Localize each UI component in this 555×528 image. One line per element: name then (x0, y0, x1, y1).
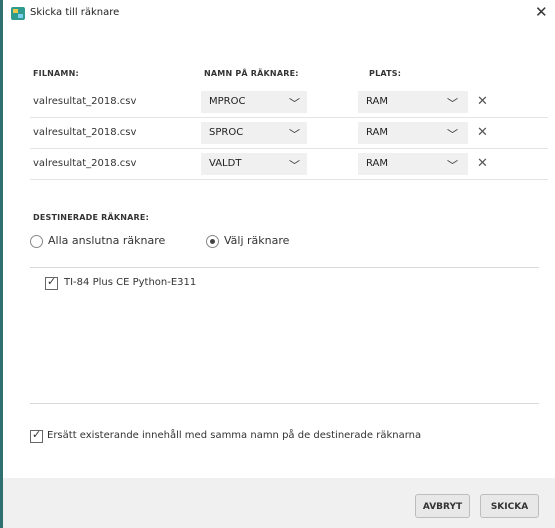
chevron-down-icon[interactable]: ﹀ (289, 95, 300, 111)
calculator-name-value: SPROC (209, 127, 244, 138)
chevron-down-icon[interactable]: ﹀ (447, 157, 458, 173)
remove-x-icon[interactable]: ✕ (477, 125, 488, 140)
remove-x-icon[interactable]: ✕ (477, 94, 488, 109)
replace-content-label: Ersätt existerande innehåll med samma na… (47, 430, 422, 441)
row-divider (30, 179, 548, 180)
dialog-footer: AVBRYT SKICKA (3, 478, 555, 528)
calculator-name-value: VALDT (209, 158, 242, 169)
file-name: valresultat_2018.csv (33, 127, 137, 138)
destination-section-label: DESTINERADE RÄKNARE: (33, 213, 149, 222)
location-value: RAM (366, 96, 389, 107)
column-header-filename: FILNAMN: (33, 69, 79, 78)
ti-connect-icon (11, 7, 25, 20)
radio-circle[interactable] (30, 235, 43, 248)
window-title: Skicka till räknare (30, 7, 120, 18)
file-row: valresultat_2018.csv VALDT ﹀ RAM ﹀ ✕ (30, 149, 548, 180)
calculator-checkbox[interactable]: ✓ (45, 275, 58, 290)
remove-x-icon[interactable]: ✕ (477, 156, 488, 171)
column-header-location: PLATS: (369, 69, 402, 78)
check-icon: ✓ (47, 275, 57, 288)
cancel-button[interactable]: AVBRYT (415, 494, 470, 518)
radio-label: Alla anslutna räknare (48, 234, 166, 247)
column-header-calculator-name: NAMN PÅ RÄKNARE: (204, 69, 299, 78)
chevron-down-icon[interactable]: ﹀ (289, 157, 300, 173)
replace-content-checkbox[interactable]: ✓ (30, 428, 43, 443)
close-icon[interactable]: ✕ (535, 3, 548, 21)
calculator-name-dropdown[interactable]: SPROC ﹀ (201, 122, 307, 144)
section-divider (30, 403, 539, 404)
location-dropdown[interactable]: RAM ﹀ (358, 153, 468, 175)
send-to-calculator-dialog: Skicka till räknare ✕ FILNAMN: NAMN PÅ R… (3, 0, 555, 528)
radio-dot (210, 239, 215, 244)
radio-label: Välj räknare (224, 234, 290, 247)
file-name: valresultat_2018.csv (33, 158, 137, 169)
file-row: valresultat_2018.csv MPROC ﹀ RAM ﹀ ✕ (30, 87, 548, 118)
calculator-name-dropdown[interactable]: MPROC ﹀ (201, 91, 307, 113)
check-icon: ✓ (32, 428, 42, 441)
section-divider (30, 267, 539, 268)
location-value: RAM (366, 158, 389, 169)
chevron-down-icon[interactable]: ﹀ (447, 126, 458, 142)
radio-circle-selected[interactable] (206, 235, 219, 248)
file-name: valresultat_2018.csv (33, 96, 137, 107)
file-row: valresultat_2018.csv SPROC ﹀ RAM ﹀ ✕ (30, 118, 548, 149)
title-bar: Skicka till räknare ✕ (3, 0, 555, 28)
calculator-name-dropdown[interactable]: VALDT ﹀ (201, 153, 307, 175)
chevron-down-icon[interactable]: ﹀ (289, 126, 300, 142)
location-dropdown[interactable]: RAM ﹀ (358, 91, 468, 113)
location-dropdown[interactable]: RAM ﹀ (358, 122, 468, 144)
chevron-down-icon[interactable]: ﹀ (447, 95, 458, 111)
calculator-name-value: MPROC (209, 96, 246, 107)
calculator-name-label: TI-84 Plus CE Python-E311 (64, 277, 197, 288)
location-value: RAM (366, 127, 389, 138)
send-button[interactable]: SKICKA (480, 494, 539, 518)
